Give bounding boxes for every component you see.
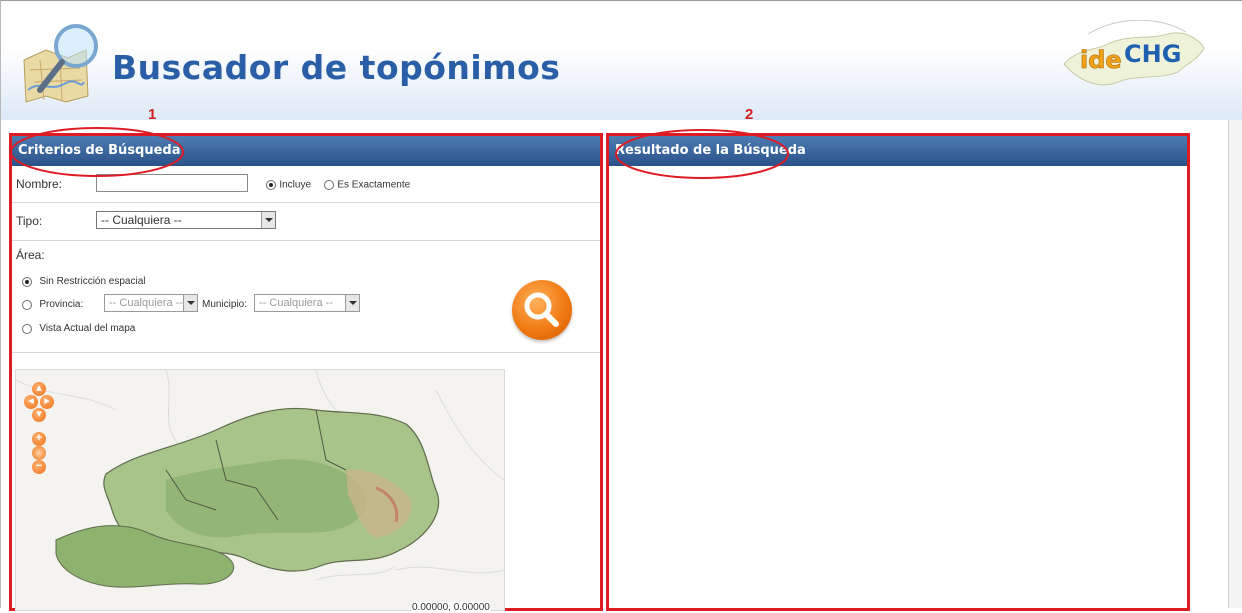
tipo-label: Tipo: (16, 214, 43, 228)
sin-restriccion-label: Sin Restricción espacial (39, 276, 146, 288)
zoom-out-icon[interactable]: − (32, 460, 46, 474)
map-viewer[interactable]: ▴ ◂ ▸ ▾ + − (15, 369, 505, 611)
sin-restriccion-radio[interactable] (22, 276, 32, 287)
incluye-label: Incluye (279, 179, 312, 191)
results-panel: Resultado de la Búsqueda (606, 133, 1190, 611)
pan-left-icon[interactable]: ◂ (24, 395, 38, 409)
basin-map (16, 370, 504, 610)
chevron-down-icon (261, 212, 275, 228)
municipio-select-value: -- Cualquiera -- (259, 297, 333, 309)
results-header: Resultado de la Búsqueda (609, 136, 1187, 166)
search-icon (524, 292, 559, 327)
vista-actual-radio[interactable] (22, 323, 32, 334)
area-option-none[interactable]: Sin Restricción espacial (22, 274, 146, 288)
annotation-number-1: 1 (148, 106, 157, 123)
tipo-row: Tipo: -- Cualquiera -- (12, 203, 600, 241)
area-option-vista[interactable]: Vista Actual del mapa (22, 321, 135, 335)
municipio-select[interactable]: -- Cualquiera -- (254, 294, 360, 312)
pan-down-icon[interactable]: ▾ (32, 408, 46, 422)
area-label: Área: (16, 248, 45, 262)
provincia-select-value: -- Cualquiera -- (109, 297, 183, 309)
search-button[interactable] (512, 280, 572, 340)
nombre-row: Nombre: Incluye Es Exactamente (12, 166, 600, 203)
zoom-in-icon[interactable]: + (32, 432, 46, 446)
chevron-down-icon (183, 295, 197, 311)
match-exact-option[interactable]: Es Exactamente (324, 177, 410, 191)
vista-actual-label: Vista Actual del mapa (39, 323, 136, 335)
brand-prefix: ide (1080, 46, 1122, 74)
exact-label: Es Exactamente (337, 179, 411, 191)
page-border-top (0, 0, 1242, 1)
brand-suffix: CHG (1124, 40, 1181, 68)
search-criteria-panel: Criterios de Búsqueda Nombre: Incluye Es… (9, 133, 603, 613)
area-option-provincia[interactable]: Provincia: (22, 297, 83, 311)
page-title: Buscador de topónimos (112, 48, 561, 87)
match-incluye-option[interactable]: Incluye (266, 177, 311, 191)
scrollbar-track[interactable] (1228, 120, 1242, 608)
pan-up-icon[interactable]: ▴ (32, 382, 46, 396)
page-border-left (0, 0, 1, 608)
idechg-logo-icon: ide CHG (1063, 20, 1205, 86)
nombre-input[interactable] (96, 174, 248, 192)
provincia-label: Provincia: (39, 299, 84, 311)
tipo-select-value: -- Cualquiera -- (101, 213, 182, 227)
exact-radio[interactable] (324, 179, 334, 190)
provincia-radio[interactable] (22, 299, 32, 310)
annotation-number-2: 2 (745, 106, 754, 123)
header-banner: Buscador de topónimos ide CHG (0, 0, 1242, 120)
incluye-radio[interactable] (266, 179, 276, 190)
map-magnifier-logo-icon (23, 24, 98, 103)
tipo-select[interactable]: -- Cualquiera -- (96, 211, 276, 229)
nombre-label: Nombre: (16, 177, 63, 191)
search-criteria-header: Criterios de Búsqueda (12, 136, 600, 166)
provincia-select[interactable]: -- Cualquiera -- (104, 294, 198, 312)
municipio-label: Municipio: (202, 299, 248, 310)
pan-right-icon[interactable]: ▸ (40, 395, 54, 409)
chevron-down-icon (345, 295, 359, 311)
zoom-world-icon[interactable] (32, 446, 46, 460)
